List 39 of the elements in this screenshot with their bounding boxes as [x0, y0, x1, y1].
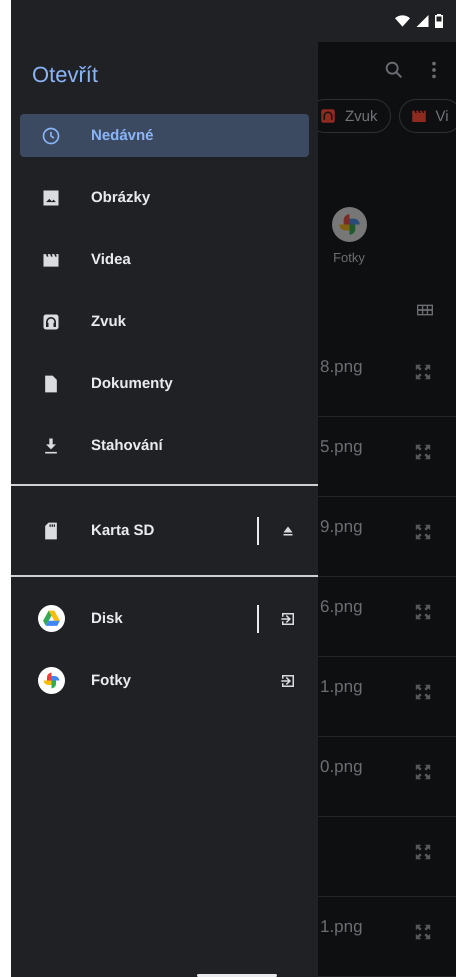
- headphones-icon: [41, 312, 61, 332]
- search-icon[interactable]: [383, 59, 405, 81]
- signal-icon: [415, 15, 430, 27]
- expand-icon[interactable]: [414, 843, 432, 861]
- grid-view-icon[interactable]: [417, 304, 433, 316]
- clock-icon: [41, 126, 61, 146]
- filter-chip[interactable]: Vi: [398, 99, 456, 133]
- drawer-title: Otevřít: [31, 61, 100, 89]
- drawer-item[interactable]: Nedávné: [20, 114, 309, 157]
- drawer-item[interactable]: Karta SD: [20, 509, 309, 552]
- expand-icon[interactable]: [414, 763, 432, 781]
- filter-chip[interactable]: Zvuk: [318, 99, 391, 133]
- expand-icon[interactable]: [414, 683, 432, 701]
- drawer-item[interactable]: Obrázky: [20, 176, 309, 219]
- pinwheel-logo-icon: [38, 667, 65, 694]
- drawer-item[interactable]: Videa: [20, 238, 309, 281]
- wifi-icon: [395, 15, 410, 27]
- drawer-item[interactable]: Stahování: [20, 424, 309, 467]
- battery-icon: [435, 14, 443, 28]
- file-name: 6.png: [320, 597, 363, 617]
- file-name: 9.png: [320, 517, 363, 537]
- file-name: 1.png: [320, 677, 363, 697]
- file-name: 1.png: [320, 917, 363, 937]
- drawer-item[interactable]: Fotky: [20, 659, 309, 702]
- image-icon: [41, 188, 61, 208]
- expand-icon[interactable]: [414, 923, 432, 941]
- file-name: 5.png: [320, 437, 363, 457]
- file-name: 0.png: [320, 757, 363, 777]
- drawer-item[interactable]: Dokumenty: [20, 362, 309, 405]
- drawer-item[interactable]: Zvuk: [20, 300, 309, 343]
- file-name: 8.png: [320, 357, 363, 377]
- triangle-logo-icon: [38, 605, 65, 632]
- expand-icon[interactable]: [414, 363, 432, 381]
- expand-icon[interactable]: [414, 603, 432, 621]
- drawer-item[interactable]: Disk: [20, 597, 309, 640]
- app-label: Fotky: [333, 250, 365, 265]
- expand-icon[interactable]: [414, 523, 432, 541]
- expand-icon[interactable]: [414, 443, 432, 461]
- pinwheel-logo-icon[interactable]: [332, 207, 366, 242]
